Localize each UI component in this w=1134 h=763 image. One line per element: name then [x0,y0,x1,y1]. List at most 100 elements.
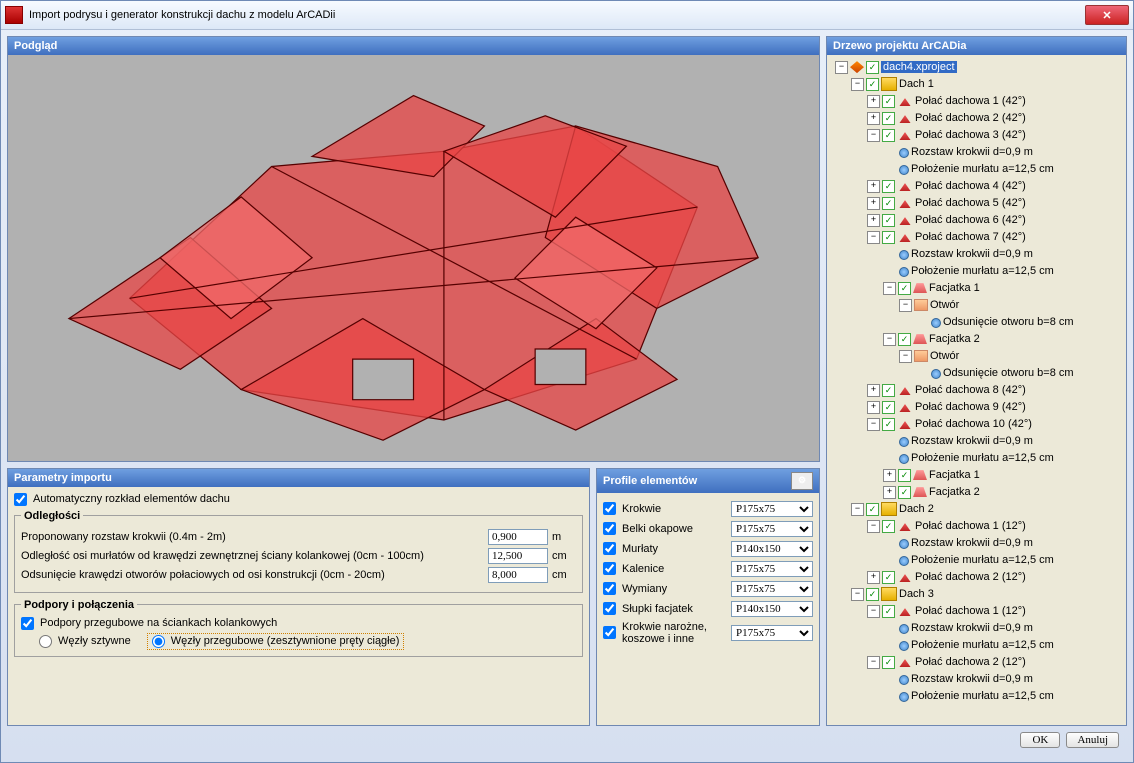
tree-node[interactable]: Położenie murłatu a=12,5 cm [911,452,1054,464]
expand-toggle[interactable]: − [867,605,880,618]
hinged-nodes-option[interactable]: Węzły przegubowe (zesztywnione pręty cią… [147,633,405,650]
tree-node[interactable]: Połać dachowa 7 (42°) [915,231,1026,243]
tree-checkbox[interactable]: ✓ [882,197,895,210]
tree-node[interactable]: Odsunięcie otworu b=8 cm [943,316,1074,328]
wallplate-distance-input[interactable] [488,548,548,564]
preview-viewport[interactable] [8,55,819,461]
expand-toggle[interactable]: − [867,656,880,669]
tree-node[interactable]: Otwór [930,350,959,362]
tree-checkbox[interactable]: ✓ [882,520,895,533]
tree-node[interactable]: Rozstaw krokwii d=0,9 m [911,435,1033,447]
tree-node[interactable]: Połać dachowa 2 (12°) [915,571,1026,583]
expand-toggle[interactable]: + [867,401,880,414]
hinged-nodes-radio[interactable] [152,635,165,648]
tree-node[interactable]: Facjatka 2 [929,333,980,345]
tree-node[interactable]: Rozstaw krokwii d=0,9 m [911,622,1033,634]
profile-checkbox[interactable] [603,542,616,555]
tree-node[interactable]: Połać dachowa 2 (42°) [915,112,1026,124]
rafter-spacing-input[interactable] [488,529,548,545]
close-button[interactable]: ✕ [1085,5,1129,25]
tree-node[interactable]: Dach 1 [899,78,934,90]
auto-layout-checkbox[interactable] [14,493,27,506]
profile-select[interactable]: P175x75 [731,581,813,597]
expand-toggle[interactable]: + [867,197,880,210]
expand-toggle[interactable]: − [867,418,880,431]
ok-button[interactable]: OK [1020,732,1060,748]
profile-checkbox[interactable] [603,562,616,575]
tree-node[interactable]: Facjatka 2 [929,486,980,498]
tree-node[interactable]: Połać dachowa 2 (12°) [915,656,1026,668]
expand-toggle[interactable]: + [867,571,880,584]
tree-node[interactable]: Położenie murłatu a=12,5 cm [911,639,1054,651]
tree-node[interactable]: Rozstaw krokwii d=0,9 m [911,146,1033,158]
tree-checkbox[interactable]: ✓ [866,78,879,91]
tree-checkbox[interactable]: ✓ [882,214,895,227]
profile-checkbox[interactable] [603,522,616,535]
expand-toggle[interactable]: − [867,231,880,244]
profile-checkbox-label[interactable]: Belki okapowe [603,522,725,535]
tree-checkbox[interactable]: ✓ [866,503,879,516]
profile-checkbox[interactable] [603,502,616,515]
profile-select[interactable]: P175x75 [731,521,813,537]
tree-node[interactable]: Rozstaw krokwii d=0,9 m [911,248,1033,260]
tree-node[interactable]: Dach 2 [899,503,934,515]
tree-node[interactable]: Rozstaw krokwii d=0,9 m [911,537,1033,549]
tree-checkbox[interactable]: ✓ [866,61,879,74]
tree-checkbox[interactable]: ✓ [898,282,911,295]
tree-node[interactable]: Połać dachowa 6 (42°) [915,214,1026,226]
profile-select[interactable]: P140x150 [731,601,813,617]
profile-checkbox-label[interactable]: Wymiany [603,582,725,595]
auto-layout-checkbox-row[interactable]: Automatyczny rozkład elementów dachu [14,493,583,506]
hinged-supports-row[interactable]: Podpory przegubowe na ściankach kolankow… [21,617,576,630]
tree-checkbox[interactable]: ✓ [882,384,895,397]
expand-toggle[interactable]: − [851,503,864,516]
tree-checkbox[interactable]: ✓ [882,571,895,584]
hinged-supports-checkbox[interactable] [21,617,34,630]
tree-checkbox[interactable]: ✓ [882,656,895,669]
expand-toggle[interactable]: + [867,214,880,227]
tree-node[interactable]: Położenie murłatu a=12,5 cm [911,265,1054,277]
tree-checkbox[interactable]: ✓ [866,588,879,601]
profile-checkbox[interactable] [603,626,616,639]
tree-node[interactable]: Połać dachowa 5 (42°) [915,197,1026,209]
tree-node[interactable]: Połać dachowa 1 (12°) [915,605,1026,617]
tree-checkbox[interactable]: ✓ [882,605,895,618]
expand-toggle[interactable]: − [899,299,912,312]
tree-checkbox[interactable]: ✓ [882,418,895,431]
tree-checkbox[interactable]: ✓ [882,95,895,108]
expand-toggle[interactable]: − [883,333,896,346]
profile-checkbox-label[interactable]: Krokwie narożne, koszowe i inne [603,621,725,645]
tree-checkbox[interactable]: ✓ [898,486,911,499]
profile-select[interactable]: P140x150 [731,541,813,557]
tree-checkbox[interactable]: ✓ [898,333,911,346]
tree-checkbox[interactable]: ✓ [898,469,911,482]
cancel-button[interactable]: Anuluj [1066,732,1119,748]
rigid-nodes-radio[interactable] [39,635,52,648]
tree-node[interactable]: Rozstaw krokwii d=0,9 m [911,673,1033,685]
tree-checkbox[interactable]: ✓ [882,129,895,142]
profile-checkbox[interactable] [603,582,616,595]
tree-node[interactable]: Połać dachowa 4 (42°) [915,180,1026,192]
tree-checkbox[interactable]: ✓ [882,401,895,414]
tree-node[interactable]: Połać dachowa 3 (42°) [915,129,1026,141]
profile-checkbox-label[interactable]: Krokwie [603,502,725,515]
expand-toggle[interactable]: − [835,61,848,74]
profile-checkbox-label[interactable]: Słupki facjatek [603,602,725,615]
tree-project-node[interactable]: dach4.xproject [881,61,957,73]
tree-node[interactable]: Połać dachowa 8 (42°) [915,384,1026,396]
project-tree[interactable]: −✓dach4.xproject −✓Dach 1 +✓Połać dachow… [827,55,1126,725]
tree-node[interactable]: Położenie murłatu a=12,5 cm [911,163,1054,175]
expand-toggle[interactable]: + [883,486,896,499]
expand-toggle[interactable]: + [867,180,880,193]
tree-node[interactable]: Facjatka 1 [929,469,980,481]
profile-select[interactable]: P175x75 [731,561,813,577]
tree-node[interactable]: Połać dachowa 9 (42°) [915,401,1026,413]
profiles-settings-button[interactable]: ⚙ [791,472,813,490]
tree-node[interactable]: Połać dachowa 1 (12°) [915,520,1026,532]
tree-node[interactable]: Odsunięcie otworu b=8 cm [943,367,1074,379]
expand-toggle[interactable]: − [867,129,880,142]
tree-node[interactable]: Połać dachowa 1 (42°) [915,95,1026,107]
expand-toggle[interactable]: − [867,520,880,533]
profile-select[interactable]: P175x75 [731,625,813,641]
opening-offset-input[interactable] [488,567,548,583]
